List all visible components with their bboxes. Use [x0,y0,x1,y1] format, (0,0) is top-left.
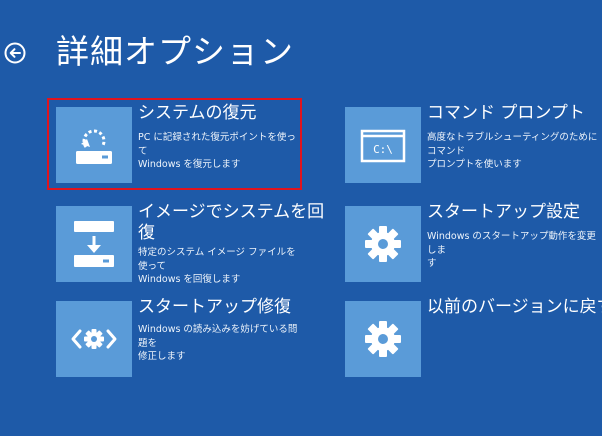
option-description-line: プロンプトを使います [427,159,522,170]
option-description-line: Windows を回復します [138,274,241,285]
option-description: 特定のシステム イメージ ファイルを使って Windows を回復します [138,246,300,287]
option-description-line: Windows のスタートアップ動作を変更しま [427,231,596,256]
option-title: イメージでシステムを回 復 [138,202,324,244]
command-prompt-text: C:\ [373,143,393,156]
option-title-line: イメージでシステムを回 [138,202,325,222]
option-description: 高度なトラブルシューティングのためにコマンド プロンプトを使います [427,131,600,172]
option-system-image-recovery[interactable]: イメージでシステムを回 復 特定のシステム イメージ ファイルを使って Wind… [56,202,324,285]
back-arrow-icon [4,42,26,64]
command-prompt-icon: C:\ [360,129,406,163]
back-button[interactable] [4,42,26,64]
system-image-recovery-icon [74,221,114,267]
option-title: システムの復元 [138,103,257,123]
option-startup-settings[interactable]: スタートアップ設定 Windows のスタートアップ動作を変更しま す [345,202,600,282]
option-title: スタートアップ修復 [138,297,291,317]
option-description: PC に記録された復元ポイントを使って Windows を復元します [138,131,300,172]
option-tile [345,301,421,377]
option-tile [56,206,132,282]
page-title: 詳細オプション [56,32,294,71]
option-description-line: PC に記録された復元ポイントを使って [138,132,296,157]
option-description-line: 特定のシステム イメージ ファイルを使って [138,247,296,272]
option-description-line: Windows を復元します [138,159,241,170]
option-go-back-previous-version[interactable]: 以前のバージョンに戻す [345,297,602,377]
option-startup-repair[interactable]: スタートアップ修復 Windows の読み込みを妨げている問題を 修正します [56,297,300,377]
option-title: スタートアップ設定 [427,202,580,222]
option-tile [56,107,132,183]
option-tile: C:\ [345,107,421,183]
option-description-line: 高度なトラブルシューティングのためにコマンド [427,132,598,157]
option-title-line: 復 [138,223,155,243]
option-description-line: 修正します [138,351,186,362]
option-description: Windows のスタートアップ動作を変更しま す [427,230,600,271]
option-title: コマンド プロンプト [427,103,585,123]
startup-repair-icon [71,329,117,349]
option-system-restore[interactable]: システムの復元 PC に記録された復元ポイントを使って Windows を復元し… [56,103,300,183]
option-tile [345,206,421,282]
option-description-line: Windows の読み込みを妨げている問題を [138,324,298,349]
option-tile [56,301,132,377]
option-description-line: す [427,258,437,269]
gear-icon [365,226,401,262]
option-description: Windows の読み込みを妨げている問題を 修正します [138,323,300,364]
system-restore-icon [76,129,112,164]
option-title: 以前のバージョンに戻す [427,297,602,317]
option-command-prompt[interactable]: C:\ コマンド プロンプト 高度なトラブルシューティングのためにコマンド プロ… [345,103,600,183]
gear-icon [365,321,401,357]
